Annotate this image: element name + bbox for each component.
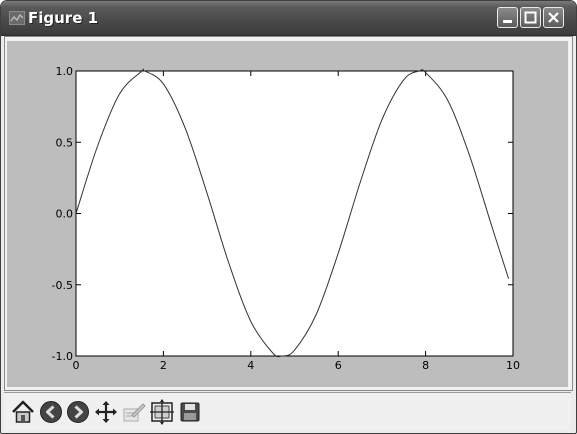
save-button[interactable] bbox=[177, 398, 203, 426]
axes-area bbox=[75, 70, 514, 357]
x-tick-label: 4 bbox=[247, 359, 254, 372]
pan-button[interactable] bbox=[93, 398, 119, 426]
edit-subplots-button[interactable] bbox=[121, 398, 147, 426]
home-icon bbox=[12, 400, 34, 423]
y-tick-label: -0.5 bbox=[52, 279, 73, 292]
forward-icon bbox=[67, 401, 89, 423]
zoom-to-rect-icon bbox=[150, 399, 174, 425]
zoom-to-rect-button[interactable] bbox=[149, 398, 175, 426]
plot-canvas[interactable]: 0 2 4 6 8 10 1.0 0.5 0.0 -0.5 -1.0 bbox=[1, 1, 576, 391]
x-tick-label: 10 bbox=[506, 359, 520, 372]
x-tick-label: 2 bbox=[160, 359, 167, 372]
x-tick-labels: 0 2 4 6 8 10 bbox=[73, 359, 521, 372]
y-tick-labels: 1.0 0.5 0.0 -0.5 -1.0 bbox=[52, 65, 73, 363]
home-button[interactable] bbox=[10, 398, 36, 426]
x-tick-label: 8 bbox=[422, 359, 429, 372]
x-tick-label: 6 bbox=[335, 359, 342, 372]
back-button[interactable] bbox=[38, 398, 64, 426]
x-tick-label: 0 bbox=[73, 359, 80, 372]
figure-window: Figure 1 0 2 4 6 8 10 1.0 0.5 0.0 -0.5 -1.0 bbox=[0, 0, 577, 434]
y-tick-label: 1.0 bbox=[56, 65, 74, 78]
edit-subplots-icon bbox=[123, 403, 146, 422]
y-tick-label: 0.0 bbox=[56, 208, 74, 221]
pan-icon bbox=[95, 401, 117, 423]
back-icon bbox=[40, 401, 62, 423]
y-tick-label: 0.5 bbox=[56, 136, 74, 149]
forward-button[interactable] bbox=[65, 398, 91, 426]
save-icon bbox=[180, 402, 200, 422]
navigation-toolbar bbox=[4, 392, 571, 431]
y-tick-label: -1.0 bbox=[52, 350, 73, 363]
